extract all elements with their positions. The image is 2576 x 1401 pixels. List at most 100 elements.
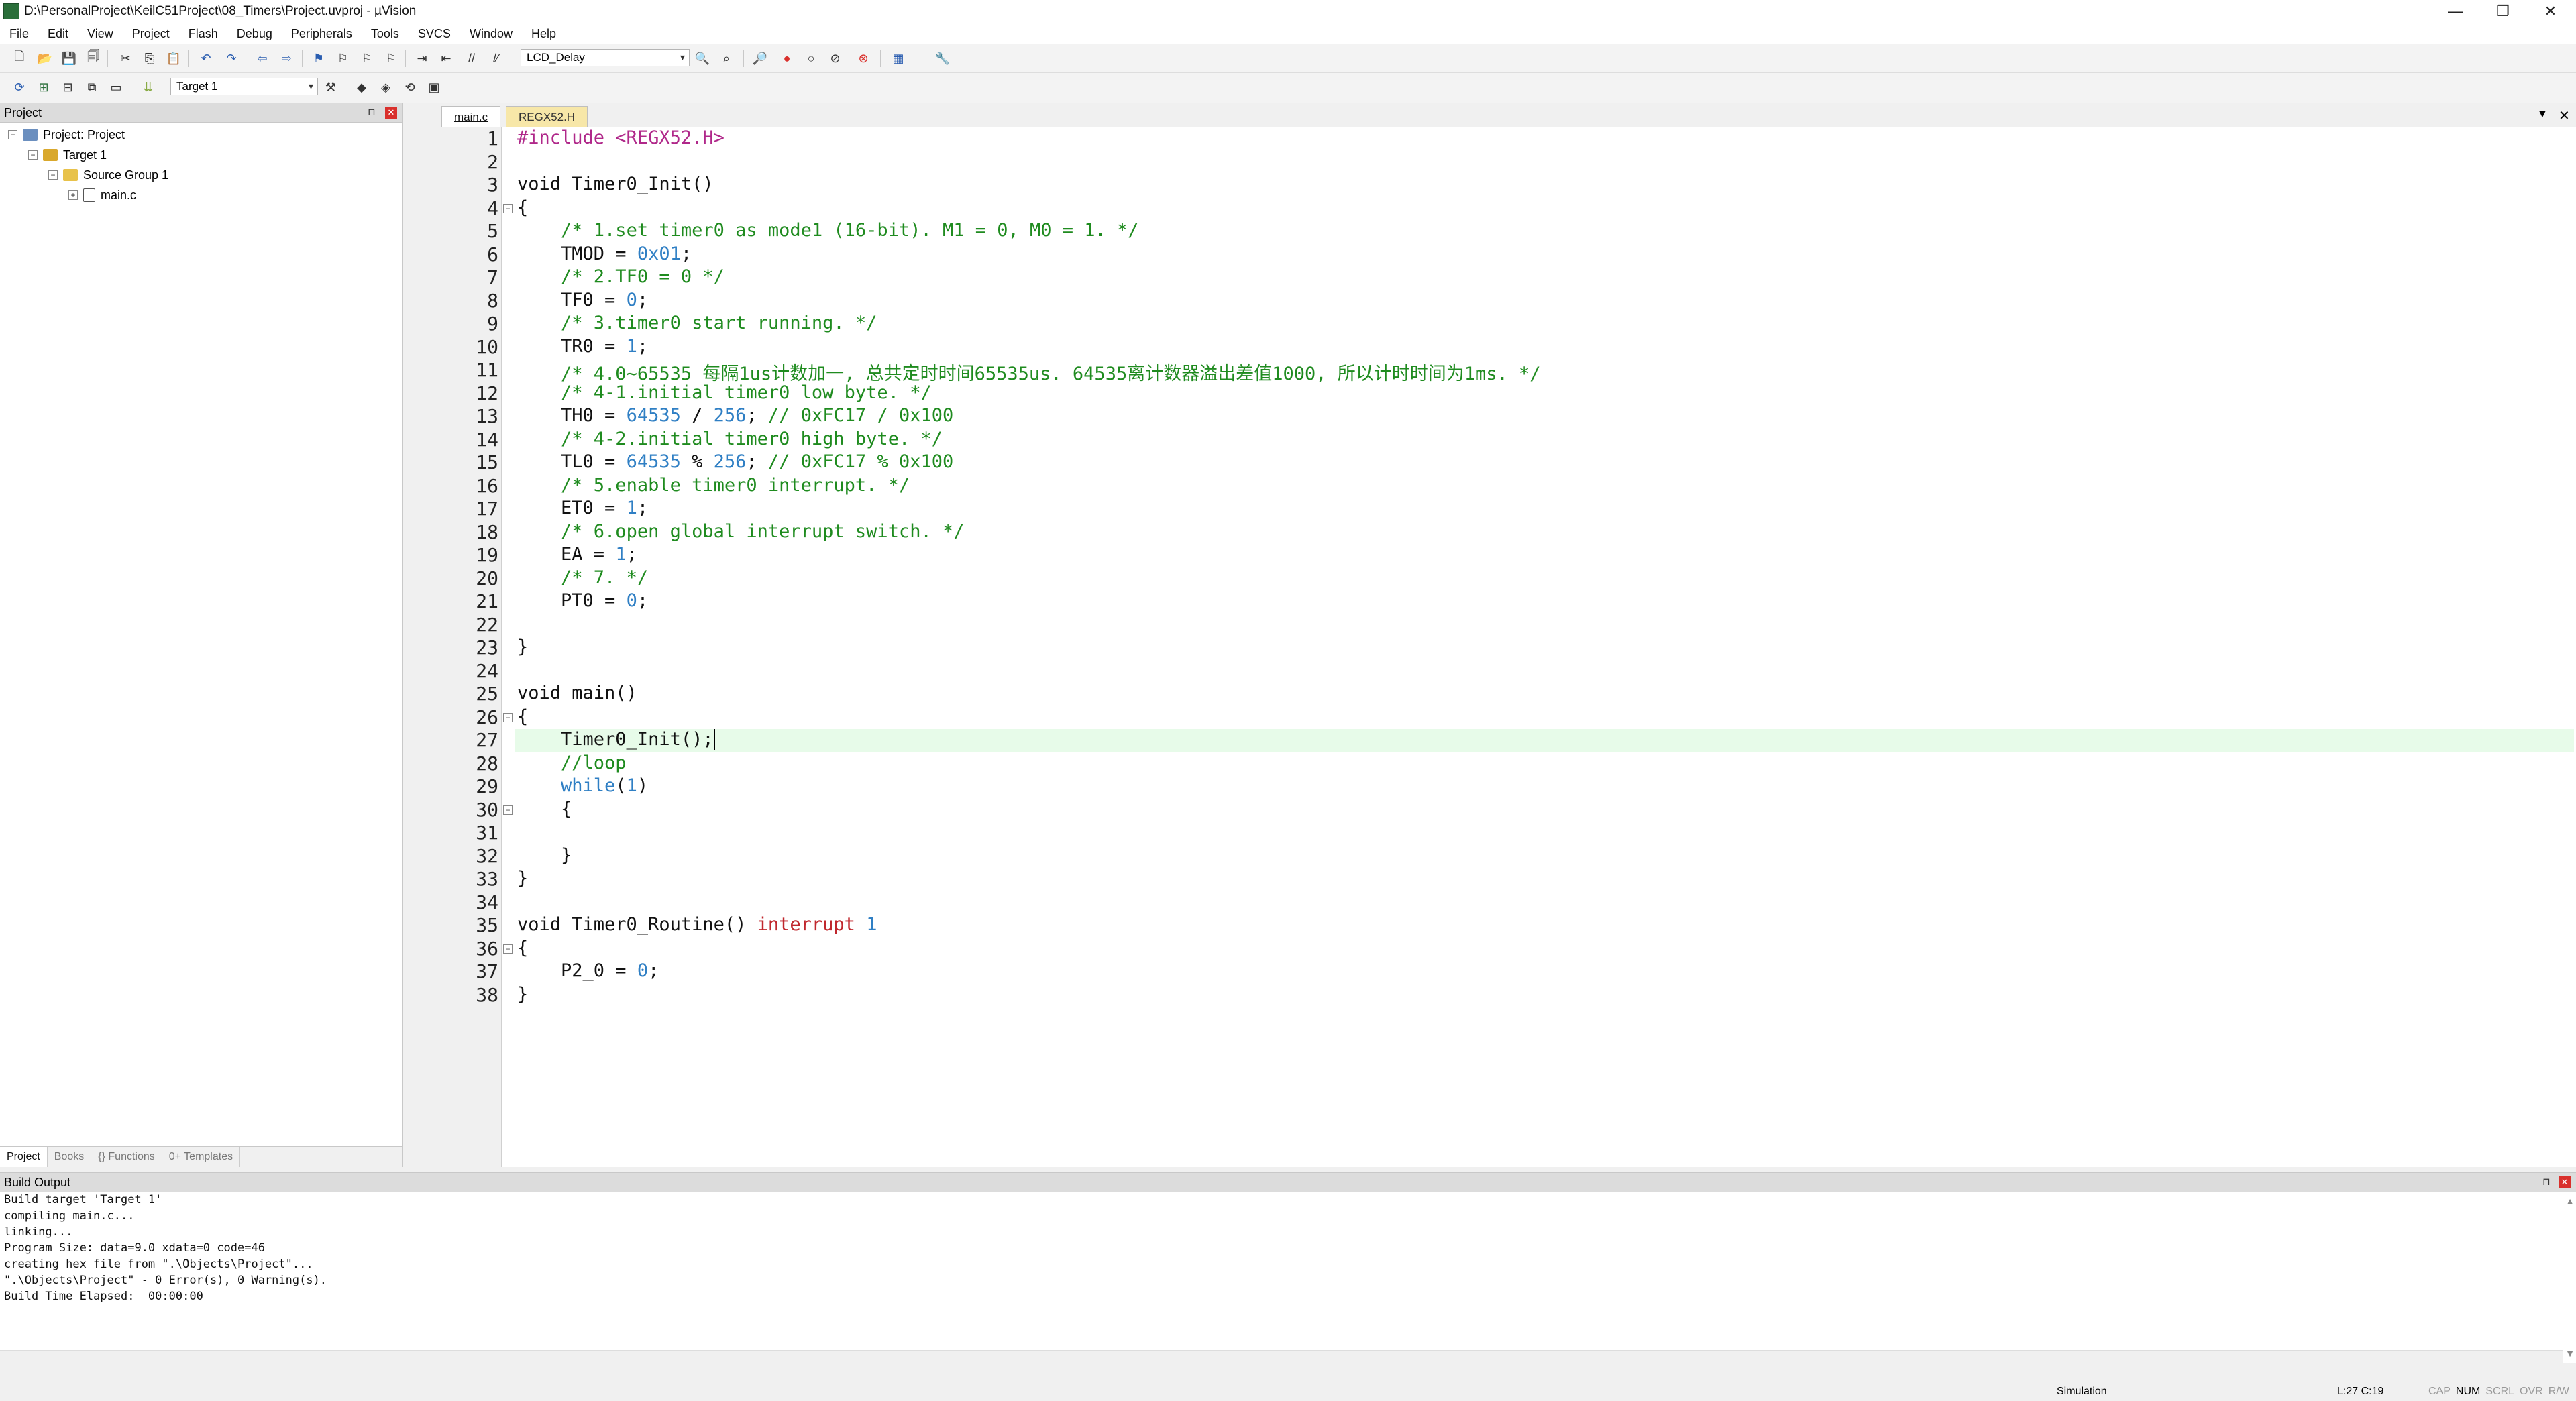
scroll-down-icon[interactable]: ▼	[2565, 1348, 2575, 1359]
code-line: EA = 1;	[517, 544, 637, 565]
find-in-files-icon[interactable]: 🔍	[694, 50, 711, 67]
menu-edit[interactable]: Edit	[38, 27, 78, 41]
translate-icon[interactable]: ⟳	[11, 78, 28, 96]
fold-toggle-icon[interactable]: −	[503, 805, 513, 815]
close-editor-icon[interactable]: ✕	[2559, 107, 2570, 124]
debug-start-icon[interactable]: 🔎	[751, 50, 769, 67]
fold-toggle-icon[interactable]: −	[503, 944, 513, 954]
fold-toggle-icon[interactable]: −	[503, 203, 513, 213]
collapse-icon[interactable]: −	[48, 170, 58, 180]
outdent-icon[interactable]: ⇤	[437, 50, 455, 67]
menu-project[interactable]: Project	[123, 27, 179, 41]
paste-icon[interactable]: 📋	[165, 50, 182, 67]
code-editor[interactable]: 1 2 3 4 5 6 7 8 9 10 11 12 13 14 15 16 17 18 19 20 21 22 23 24 2…	[407, 127, 2576, 1167]
horizontal-scrollbar[interactable]	[0, 1350, 2563, 1363]
target-options-icon[interactable]: ⚒	[322, 78, 339, 96]
scroll-up-icon[interactable]: ▲	[2565, 1196, 2575, 1207]
tree-item[interactable]: − Target 1	[28, 145, 107, 165]
build-output-header: Build Output ⊓ ✕	[0, 1172, 2576, 1192]
find-combo[interactable]: LCD_Delay ▾	[521, 49, 690, 66]
target-select[interactable]: Target 1 ▾	[170, 78, 318, 95]
code-area[interactable]: #include <REGX52.H> void Timer0_Init() −{ …	[407, 127, 2576, 1167]
menu-help[interactable]: Help	[522, 27, 566, 41]
configure-icon[interactable]: 🔧	[934, 50, 951, 67]
expand-icon[interactable]: +	[68, 190, 78, 200]
code-line: TF0 = 0;	[517, 289, 649, 311]
tree-item[interactable]: − Source Group 1	[48, 165, 168, 185]
tab-functions[interactable]: {} Functions	[91, 1147, 162, 1167]
collapse-icon[interactable]: −	[28, 150, 38, 160]
toolbar-separator	[743, 50, 744, 67]
tab-books[interactable]: Books	[48, 1147, 92, 1167]
collapse-icon[interactable]: −	[8, 130, 17, 139]
status-indicator-cap: CAP	[2428, 1386, 2451, 1397]
chevron-down-icon[interactable]: ▾	[309, 80, 313, 92]
bookmark-prev-icon[interactable]: ⚐	[334, 50, 352, 67]
manage-components-icon[interactable]: ◆	[353, 78, 370, 96]
menu-svcs[interactable]: SVCS	[409, 27, 460, 41]
menu-debug[interactable]: Debug	[227, 27, 282, 41]
menu-peripherals[interactable]: Peripherals	[282, 27, 362, 41]
minimize-button[interactable]: —	[2432, 0, 2478, 23]
tree-item[interactable]: + main.c	[68, 185, 136, 205]
tab-list-dropdown-icon[interactable]: ▼	[2537, 109, 2548, 121]
status-indicator-num: NUM	[2455, 1386, 2481, 1397]
nav-forward-icon[interactable]: ⇨	[278, 50, 295, 67]
menu-flash[interactable]: Flash	[179, 27, 227, 41]
tree-item[interactable]: − Project: Project	[8, 125, 125, 145]
menu-view[interactable]: View	[78, 27, 123, 41]
comment-icon[interactable]: //	[463, 50, 480, 67]
code-line: P2_0 = 0;	[517, 960, 659, 981]
build-output-line: creating hex file from ".\Objects\Projec…	[4, 1257, 313, 1271]
breakpoint-kill-icon[interactable]: ⊗	[855, 50, 872, 67]
open-icon[interactable]: 📂	[36, 50, 54, 67]
pin-icon[interactable]: ⊓	[2542, 1176, 2551, 1188]
breakpoint-enable-icon[interactable]: ○	[802, 50, 820, 67]
close-icon[interactable]: ✕	[2559, 1176, 2571, 1188]
status-mode: Simulation	[2057, 1386, 2107, 1397]
stop-build-icon[interactable]: ▭	[107, 78, 125, 96]
tab-main-c[interactable]: main.c	[441, 106, 501, 128]
code-line: {	[517, 197, 529, 218]
bookmark-icon[interactable]: ⚑	[310, 50, 327, 67]
chevron-down-icon[interactable]: ▾	[680, 52, 685, 63]
menu-file[interactable]: File	[0, 27, 38, 41]
save-icon[interactable]: 💾	[60, 50, 78, 67]
event-recorder-icon[interactable]: ▣	[425, 78, 443, 96]
uncomment-icon[interactable]: /∕	[487, 50, 504, 67]
new-file-icon[interactable]: 🗋	[11, 50, 28, 67]
rebuild-icon[interactable]: ⊟	[59, 78, 76, 96]
build-icon[interactable]: ⊞	[35, 78, 52, 96]
bookmark-next-icon[interactable]: ⚐	[358, 50, 376, 67]
build-output-line: Program Size: data=9.0 xdata=0 code=46	[4, 1241, 265, 1255]
run-time-env-icon[interactable]: ⟲	[401, 78, 419, 96]
tab-regx52-h[interactable]: REGX52.H	[506, 106, 588, 128]
cut-icon[interactable]: ✂	[117, 50, 134, 67]
batch-build-icon[interactable]: ⧉	[83, 78, 101, 96]
pin-icon[interactable]: ⊓	[368, 106, 376, 118]
folder-icon	[63, 169, 78, 181]
undo-icon[interactable]: ↶	[197, 50, 215, 67]
save-all-icon[interactable]: 🗐	[85, 50, 102, 67]
redo-icon[interactable]: ↷	[223, 50, 240, 67]
close-button[interactable]: ✕	[2528, 0, 2573, 23]
copy-icon[interactable]: ⎘	[141, 50, 158, 67]
breakpoint-disable-icon[interactable]: ⊘	[826, 50, 844, 67]
tab-templates[interactable]: 0+ Templates	[162, 1147, 241, 1167]
breakpoint-insert-icon[interactable]: ●	[778, 50, 796, 67]
download-icon[interactable]: ⇊	[140, 78, 157, 96]
bookmark-clear-icon[interactable]: ⚐	[382, 50, 400, 67]
incremental-find-icon[interactable]: ⌕	[718, 50, 735, 67]
nav-back-icon[interactable]: ⇦	[254, 50, 271, 67]
fold-toggle-icon[interactable]: −	[503, 712, 513, 722]
close-icon[interactable]: ✕	[385, 107, 397, 119]
maximize-button[interactable]: ❐	[2480, 0, 2526, 23]
build-output-panel[interactable]: ▲ ▼ Build target 'Target 1' compiling mai…	[0, 1192, 2576, 1363]
window-layout-icon[interactable]: ▦	[890, 50, 907, 67]
indent-icon[interactable]: ⇥	[413, 50, 431, 67]
tab-project[interactable]: Project	[0, 1147, 48, 1167]
select-pack-icon[interactable]: ◈	[377, 78, 394, 96]
project-pane-tabs: Project Books{} Functions 0+ Templates	[0, 1146, 402, 1167]
menu-tools[interactable]: Tools	[362, 27, 409, 41]
menu-window[interactable]: Window	[460, 27, 522, 41]
